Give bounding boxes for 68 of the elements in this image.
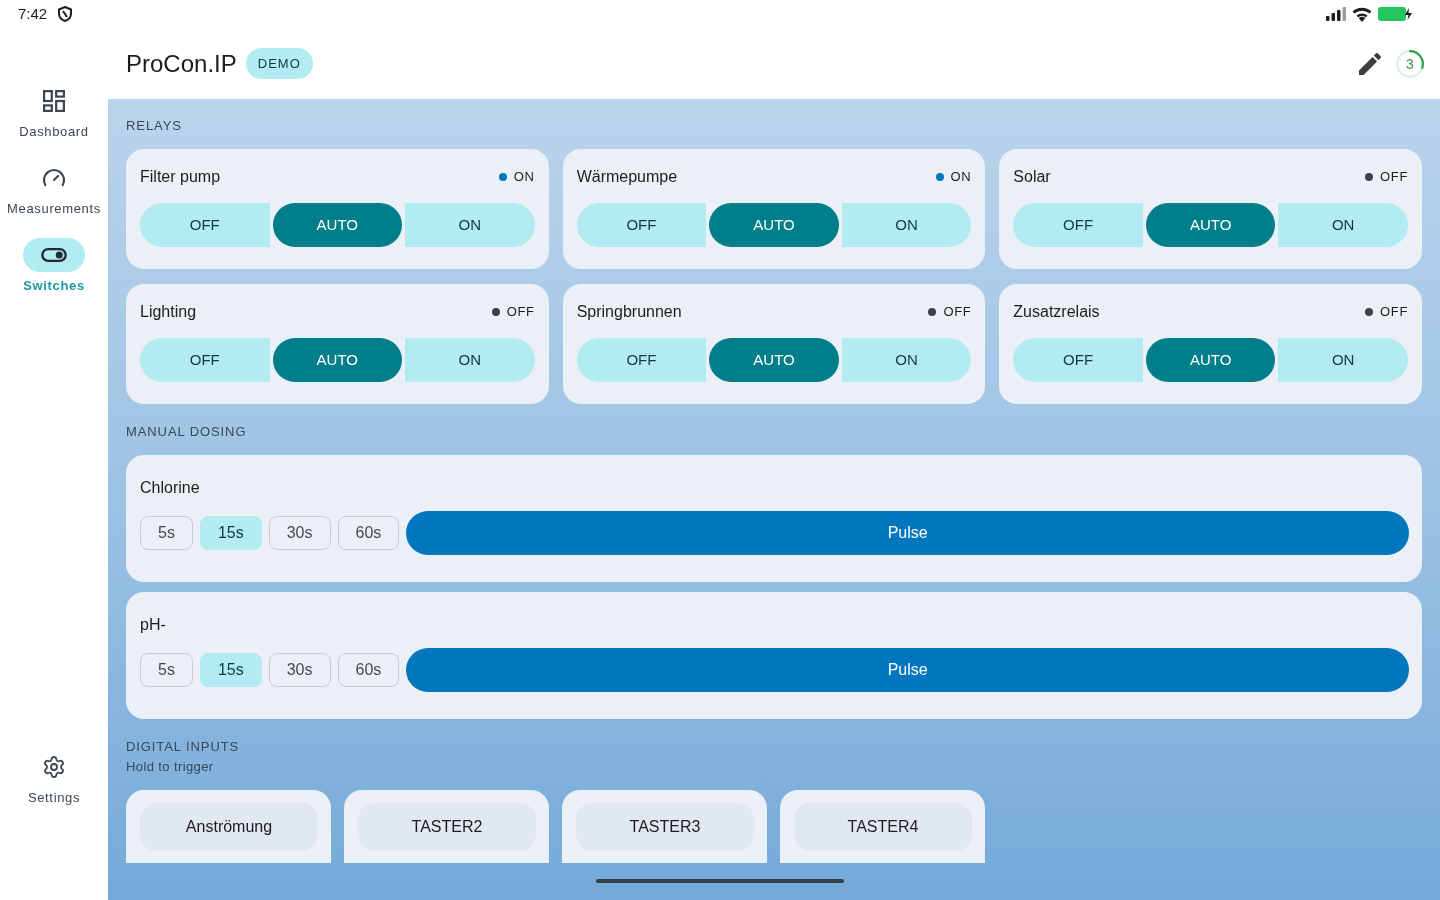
trigger-button[interactable]: TASTER3 [576, 803, 754, 851]
dosing-name: pH- [140, 615, 166, 635]
status-time: 7:42 [18, 3, 48, 24]
duration-button[interactable]: 5s [140, 653, 193, 687]
mode-segment[interactable]: AUTO [1145, 203, 1276, 247]
duration-button[interactable]: 30s [268, 516, 331, 550]
mode-segment[interactable]: OFF [1013, 338, 1143, 382]
status-label: OFF [943, 303, 972, 322]
pencil-icon [1359, 52, 1381, 75]
duration-button[interactable]: 60s [337, 653, 400, 687]
mode-segment[interactable]: ON [405, 338, 535, 382]
mode-segment[interactable]: AUTO [709, 338, 839, 382]
mode-segment[interactable]: ON [841, 338, 972, 382]
pulse-button[interactable]: Pulse [406, 511, 1409, 555]
wifi-icon [1352, 6, 1372, 22]
countdown-value: 3 [1406, 55, 1414, 72]
mode-segment[interactable]: ON [841, 203, 972, 247]
nav-item[interactable]: Settings [0, 750, 108, 806]
nav-item[interactable]: Measurements [0, 161, 108, 217]
section-heading: RELAYS [126, 118, 182, 134]
mode-segment[interactable]: OFF [576, 203, 707, 247]
relay-name: Solar [1013, 167, 1051, 187]
mode-segment[interactable]: OFF [140, 338, 270, 382]
relay-name: Lighting [140, 302, 197, 322]
section-heading: DIGITAL INPUTS [126, 739, 240, 755]
signal-icon [1326, 7, 1346, 21]
status-label: ON [513, 168, 535, 187]
duration-button[interactable]: 30s [268, 653, 331, 687]
nav-item[interactable]: Dashboard [0, 84, 108, 140]
status-label: OFF [506, 303, 535, 322]
duration-button[interactable]: 60s [337, 516, 400, 550]
relay-name: Filter pump [140, 167, 221, 187]
mode-segment[interactable]: ON [1278, 338, 1408, 382]
battery-charging-icon [1378, 7, 1413, 21]
section-heading: MANUAL DOSING [126, 424, 248, 440]
duration-button[interactable]: 5s [140, 516, 193, 550]
status-label: OFF [1380, 168, 1408, 187]
mode-segment[interactable]: AUTO [1145, 338, 1276, 382]
mode-segment[interactable]: AUTO [272, 338, 403, 382]
status-label: ON [950, 168, 972, 187]
toggle-icon [41, 248, 67, 262]
relay-name: Springbrunnen [576, 302, 682, 322]
demo-badge: DEMO [245, 48, 313, 79]
dosing-name: Chlorine [140, 478, 200, 498]
dashboard-grid-icon [43, 90, 65, 112]
progress-ring-icon [1395, 48, 1425, 79]
settings-icon [42, 755, 66, 779]
trigger-button[interactable]: Anströmung [140, 803, 318, 851]
mode-segment[interactable]: OFF [1013, 203, 1143, 247]
duration-button[interactable]: 15s [199, 653, 262, 687]
pulse-button[interactable]: Pulse [406, 648, 1409, 692]
nav-item[interactable]: Switches [0, 238, 108, 294]
edit-button[interactable] [1358, 51, 1382, 76]
relay-name: Wärmepumpe [576, 167, 678, 187]
trigger-button[interactable]: TASTER4 [794, 803, 972, 851]
mode-segment[interactable]: OFF [576, 338, 707, 382]
mode-segment[interactable]: AUTO [272, 203, 403, 247]
trigger-button[interactable]: TASTER2 [358, 803, 536, 851]
mode-segment[interactable]: AUTO [709, 203, 839, 247]
mode-segment[interactable]: OFF [140, 203, 270, 247]
relay-name: Zusatzrelais [1013, 302, 1100, 322]
mode-segment[interactable]: ON [405, 203, 535, 247]
shield-icon [58, 6, 73, 22]
section-subtitle: Hold to trigger [126, 759, 214, 775]
duration-button[interactable]: 15s [199, 516, 262, 550]
mode-segment[interactable]: ON [1278, 203, 1408, 247]
app-title: ProCon.IP [126, 49, 237, 78]
status-label: OFF [1380, 303, 1408, 322]
